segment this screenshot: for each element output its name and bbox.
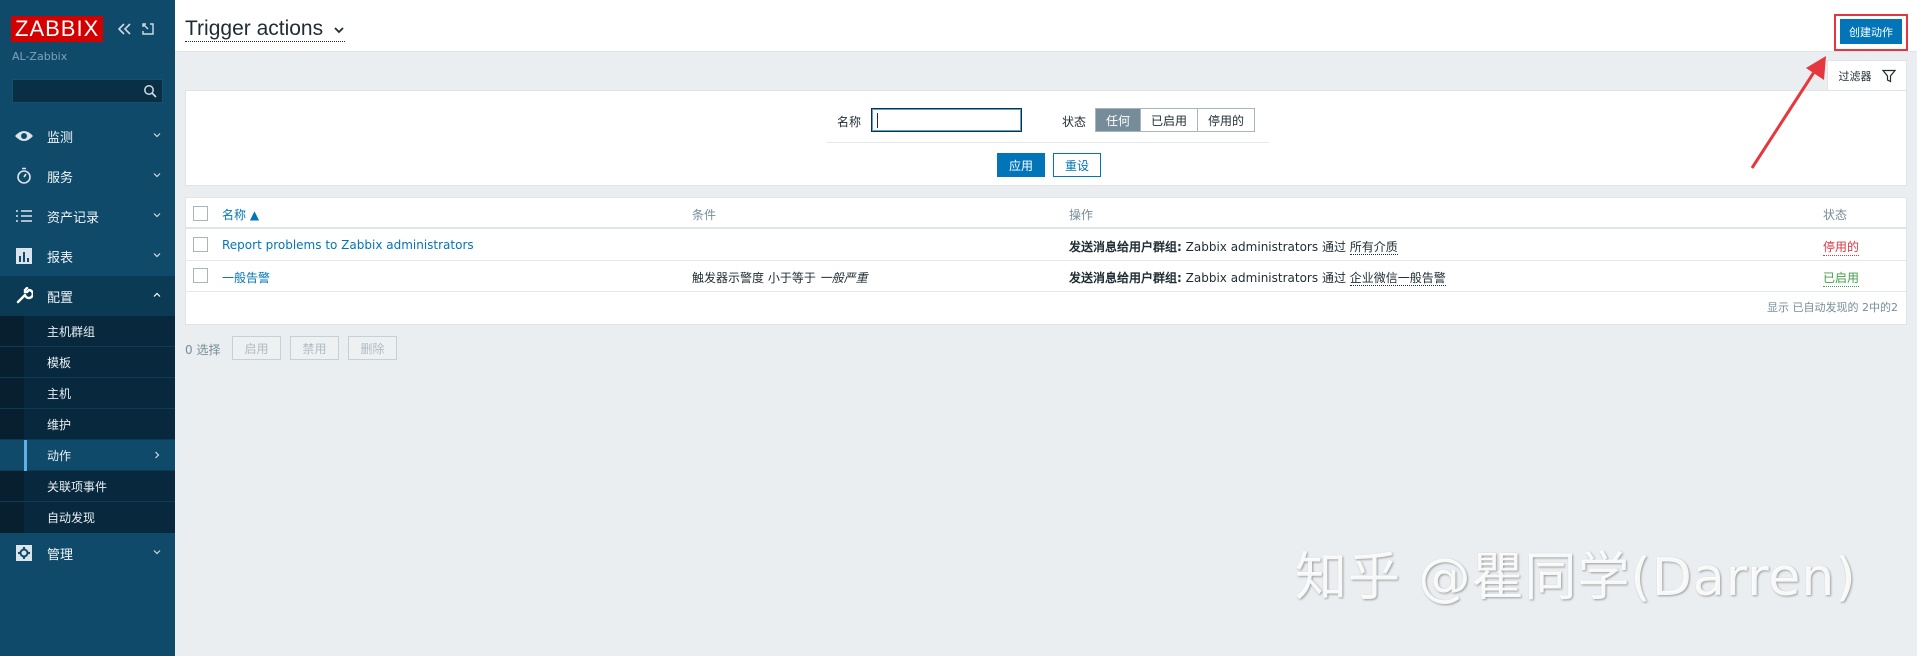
chevron-right-icon (155, 451, 160, 459)
submenu-item-host-groups[interactable]: 主机群组 (0, 316, 175, 347)
bar-chart-icon (14, 246, 34, 266)
annotation-highlight-box: 创建动作 (1834, 14, 1908, 51)
logo-row: ZABBIX (11, 16, 157, 42)
disable-button[interactable]: 禁用 (290, 336, 339, 360)
page-header: Trigger actions 创建动作 (175, 0, 1917, 52)
chevron-down-icon (153, 133, 161, 138)
filter-name-input[interactable] (871, 108, 1022, 132)
chevron-up-icon (153, 292, 161, 297)
column-header-conditions: 条件 (692, 208, 717, 222)
search-icon[interactable] (143, 84, 157, 98)
action-name-link[interactable]: 一般告警 (222, 269, 270, 286)
filter-name-label: 名称 (837, 115, 862, 129)
chevron-down-icon (153, 213, 161, 218)
operation-cell: 发送消息给用户群组: Zabbix administrators 通过 所有介质 (1069, 240, 1398, 255)
chevron-down-icon (153, 253, 161, 258)
zabbix-logo[interactable]: ZABBIX (11, 16, 104, 42)
table-header: 名称 ▲ 条件 操作 状态 (186, 198, 1906, 229)
eye-icon (14, 126, 34, 146)
menu-item-services[interactable]: 服务 (0, 156, 175, 196)
collapse-sidebar-icon[interactable] (115, 20, 133, 38)
menu-label: 配置 (47, 290, 74, 306)
actions-table: 名称 ▲ 条件 操作 状态 Report problems to Zabbix … (185, 197, 1907, 325)
sidebar: ZABBIX AL-Zabbix 监测 服务 资产记录 报表 配置 主机群组 模… (0, 0, 175, 656)
row-checkbox[interactable] (193, 237, 208, 252)
column-header-status: 状态 (1823, 208, 1848, 222)
status-toggle-enabled[interactable]: 已启用 (1823, 269, 1860, 287)
column-header-operations: 操作 (1069, 208, 1094, 222)
submenu-item-event-correlation[interactable]: 关联项事件 (0, 471, 175, 502)
action-name-link[interactable]: Report problems to Zabbix administrators (222, 238, 474, 252)
annotation-arrow-icon (1750, 56, 1826, 169)
submenu-item-actions[interactable]: 动作 (0, 440, 175, 471)
filter-status-label: 状态 (1062, 115, 1087, 129)
watermark: 知乎 @瞿同学(Darren) (1295, 548, 1857, 608)
list-icon (14, 206, 34, 226)
kiosk-mode-icon[interactable] (139, 20, 157, 38)
submenu-item-discovery[interactable]: 自动发现 (0, 502, 175, 533)
divider (826, 142, 1269, 143)
submenu-label: 动作 (47, 448, 72, 463)
text-cursor (877, 113, 878, 128)
reset-button[interactable]: 重设 (1053, 153, 1101, 177)
apply-button[interactable]: 应用 (997, 153, 1045, 177)
menu-label: 服务 (47, 170, 74, 186)
enable-button[interactable]: 启用 (232, 336, 281, 360)
submenu-item-templates[interactable]: 模板 (0, 347, 175, 378)
table-row: 一般告警 触发器示警度 小于等于 一般严重 发送消息给用户群组: Zabbix … (186, 261, 1906, 292)
selected-count: 0 选择 (185, 343, 221, 357)
column-header-name[interactable]: 名称 ▲ (222, 206, 259, 223)
funnel-icon (1881, 69, 1896, 82)
status-option-any[interactable]: 任何 (1096, 109, 1142, 131)
menu-label: 报表 (47, 250, 74, 266)
menu-label: 资产记录 (47, 210, 100, 226)
menu-item-configuration[interactable]: 配置 (0, 276, 175, 316)
gear-icon (14, 543, 34, 563)
main-menu: 监测 服务 资产记录 报表 配置 主机群组 模板 主机 维护 动作 关联项事件 … (0, 116, 175, 573)
menu-label: 管理 (47, 547, 74, 563)
chevron-down-icon (153, 550, 161, 555)
status-option-enabled[interactable]: 已启用 (1141, 109, 1199, 131)
table-row: Report problems to Zabbix administrators… (186, 230, 1906, 261)
row-checkbox[interactable] (193, 268, 208, 283)
filter-tab-label: 过滤器 (1838, 69, 1872, 83)
menu-item-monitoring[interactable]: 监测 (0, 116, 175, 156)
chevron-down-icon (153, 173, 161, 178)
condition-cell: 触发器示警度 小于等于 一般严重 (692, 271, 868, 285)
select-all-checkbox[interactable] (193, 206, 208, 221)
status-toggle-disabled[interactable]: 停用的 (1823, 238, 1860, 256)
menu-item-inventory[interactable]: 资产记录 (0, 196, 175, 236)
status-segmented-control: 任何 已启用 停用的 (1095, 108, 1256, 132)
menu-label: 监测 (47, 130, 74, 146)
delete-button[interactable]: 删除 (348, 336, 397, 360)
menu-item-administration[interactable]: 管理 (0, 533, 175, 573)
submenu-item-hosts[interactable]: 主机 (0, 378, 175, 409)
wrench-icon (14, 286, 34, 306)
status-option-disabled[interactable]: 停用的 (1198, 109, 1255, 131)
table-footer-count: 显示 已自动发现的 2中的2 (1767, 301, 1898, 314)
submenu-item-maintenance[interactable]: 维护 (0, 409, 175, 440)
server-name: AL-Zabbix (12, 50, 68, 63)
create-action-button[interactable]: 创建动作 (1840, 19, 1902, 44)
filter-panel: 名称 状态 任何 已启用 停用的 应用 重设 (185, 90, 1907, 186)
operation-cell: 发送消息给用户群组: Zabbix administrators 通过 企业微信… (1069, 271, 1446, 286)
page-title: Trigger actions (185, 17, 324, 40)
chevron-down-icon (334, 27, 344, 34)
stopwatch-icon (14, 166, 34, 186)
menu-item-reports[interactable]: 报表 (0, 236, 175, 276)
configuration-submenu: 主机群组 模板 主机 维护 动作 关联项事件 自动发现 (0, 316, 175, 533)
sidebar-search-input[interactable] (12, 79, 163, 103)
page-title-dropdown[interactable]: Trigger actions (185, 17, 345, 42)
